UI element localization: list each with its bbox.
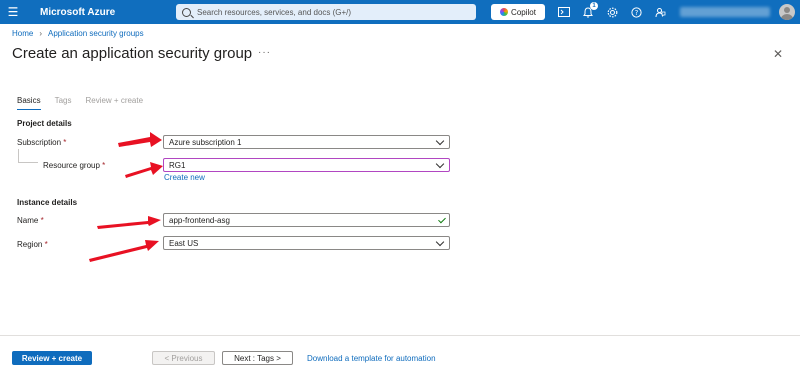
- hamburger-menu-icon[interactable]: ☰: [0, 0, 26, 24]
- region-value: East US: [169, 238, 199, 248]
- account-info[interactable]: [680, 7, 770, 17]
- top-bar: ☰ Microsoft Azure Copilot 1 ?: [0, 0, 800, 24]
- resource-group-label-text: Resource group: [43, 161, 100, 170]
- more-options-icon[interactable]: ···: [258, 47, 271, 58]
- copilot-button[interactable]: Copilot: [491, 4, 545, 20]
- instance-details-heading: Instance details: [17, 198, 78, 207]
- name-label-text: Name: [17, 216, 39, 225]
- create-new-link[interactable]: Create new: [164, 173, 205, 182]
- close-icon[interactable]: ✕: [773, 47, 783, 61]
- arrow-region-icon: [89, 240, 159, 262]
- gear-icon[interactable]: [605, 5, 619, 19]
- page-title: Create an application security group: [12, 45, 253, 62]
- copilot-label: Copilot: [511, 7, 536, 17]
- resource-group-label: Resource group *: [43, 161, 105, 170]
- breadcrumb: Home › Application security groups: [12, 29, 144, 38]
- tab-tags[interactable]: Tags: [55, 96, 72, 110]
- checkmark-icon: [438, 215, 446, 224]
- arrow-resource-group-icon: [125, 162, 163, 178]
- tab-list: Basics Tags Review + create: [17, 96, 143, 110]
- bell-icon[interactable]: 1: [581, 2, 598, 19]
- project-details-heading: Project details: [17, 119, 72, 128]
- name-value: app-frontend-asg: [169, 215, 230, 225]
- chevron-down-icon: [435, 159, 445, 169]
- tab-review-create[interactable]: Review + create: [85, 96, 143, 110]
- search-icon: [182, 7, 191, 17]
- tree-connector: [18, 162, 38, 163]
- required-marker: *: [40, 216, 44, 225]
- notification-badge: 1: [590, 2, 598, 10]
- copilot-icon: [500, 8, 509, 16]
- next-tags-button[interactable]: Next : Tags >: [222, 351, 293, 365]
- subscription-select[interactable]: Azure subscription 1: [163, 135, 450, 149]
- download-template-link[interactable]: Download a template for automation: [307, 354, 436, 363]
- region-label: Region *: [17, 240, 48, 249]
- arrow-name-icon: [97, 216, 161, 229]
- region-select[interactable]: East US: [163, 236, 450, 250]
- required-marker: *: [44, 240, 48, 249]
- subscription-label-text: Subscription: [17, 138, 62, 147]
- breadcrumb-home[interactable]: Home: [12, 29, 33, 38]
- footer-divider: [0, 335, 800, 336]
- required-marker: *: [102, 161, 106, 170]
- svg-text:?: ?: [634, 9, 638, 17]
- previous-button[interactable]: < Previous: [152, 351, 215, 365]
- name-input[interactable]: app-frontend-asg: [163, 213, 450, 227]
- review-create-button[interactable]: Review + create: [12, 351, 92, 365]
- search-input[interactable]: [197, 7, 457, 17]
- breadcrumb-application-security-groups[interactable]: Application security groups: [48, 29, 144, 38]
- arrow-subscription-icon: [118, 132, 162, 147]
- region-label-text: Region: [17, 240, 43, 249]
- chevron-down-icon: [435, 237, 445, 247]
- terminal-icon[interactable]: [557, 5, 571, 19]
- required-marker: *: [63, 138, 67, 147]
- subscription-label: Subscription *: [17, 138, 66, 147]
- help-icon[interactable]: ?: [629, 5, 643, 19]
- avatar[interactable]: [779, 4, 795, 20]
- chevron-down-icon: [435, 136, 445, 146]
- tab-basics[interactable]: Basics: [17, 96, 41, 110]
- subscription-value: Azure subscription 1: [169, 137, 242, 147]
- brand-title[interactable]: Microsoft Azure: [40, 7, 115, 18]
- feedback-icon[interactable]: [653, 5, 667, 19]
- tree-connector: [18, 149, 19, 162]
- chevron-right-icon: ›: [39, 29, 43, 38]
- resource-group-select[interactable]: RG1: [163, 158, 450, 172]
- global-search[interactable]: [176, 4, 476, 20]
- resource-group-value: RG1: [169, 160, 186, 170]
- name-label: Name *: [17, 216, 44, 225]
